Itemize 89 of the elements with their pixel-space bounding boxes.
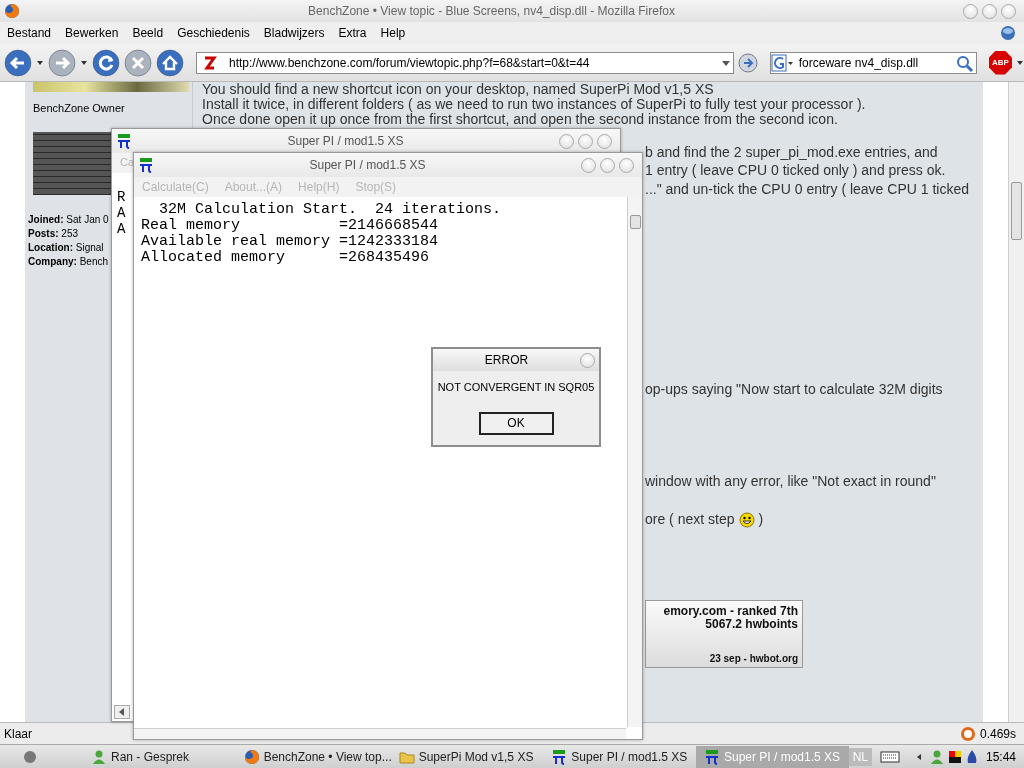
output-line: R [117, 189, 126, 205]
output-line: 32M Calculation Start. 24 iterations. [158, 202, 502, 218]
window-title: Super PI / mod1.5 XS [309, 157, 426, 174]
profile-field: Company: Bench [28, 254, 109, 269]
output-line: Available real memory =1242333184 [141, 234, 439, 250]
output-line: Allocated memory =268435496 [141, 250, 430, 266]
close-button[interactable] [580, 352, 595, 368]
start-button[interactable] [22, 748, 38, 765]
caret-icon[interactable] [36, 58, 44, 67]
user-icon [91, 748, 107, 765]
menu-item[interactable]: Help [373, 24, 413, 42]
menu-item[interactable]: Beeld [125, 24, 171, 42]
browser-logo-icon [4, 3, 20, 19]
close-button[interactable] [619, 157, 634, 173]
menu-item[interactable]: Bestand [0, 24, 59, 42]
close-button[interactable] [597, 133, 612, 149]
smiley-icon [738, 511, 755, 528]
maximize-button[interactable] [578, 133, 593, 149]
scrollbar-thumb[interactable] [1011, 182, 1022, 240]
go-button[interactable] [737, 52, 758, 73]
output-line: Real memory =2146668544 [141, 218, 439, 234]
stop-button[interactable] [124, 48, 152, 77]
maximize-button[interactable] [982, 3, 997, 19]
banner-text: 5067.2 hwboints [705, 618, 798, 631]
taskbar-item[interactable]: Ran - Gesprek [83, 745, 236, 768]
profile-field: Location: Signal [28, 240, 104, 255]
post-text: 1 entry ( leave CPU 0 ticked only ) and press ok. [645, 163, 946, 178]
user-rank: BenchZone Owner [33, 101, 125, 116]
scrollbar-thumb[interactable] [630, 215, 641, 229]
post-text: op-ups saying "Now start to calculate 32M digits [645, 382, 943, 397]
load-time: 0.469s [979, 725, 1016, 743]
adblock-button[interactable]: ABP [988, 50, 1012, 75]
keyboard-icon[interactable] [879, 749, 900, 764]
address-field[interactable]: http://www.benchzone.com/forum/viewtopic.php?f=68&start=0&t=44 [196, 51, 734, 74]
taskbar-item[interactable]: SuperPi Mod v1,5 XS [390, 745, 544, 768]
post-text: b and find the 2 super_pi_mod.exe entries, and [645, 145, 938, 160]
banner-text: 23 sep - hwbot.org [709, 652, 798, 666]
output-line: A [117, 205, 126, 221]
menu-item[interactable]: Bewerken [58, 24, 126, 42]
minimize-button[interactable] [963, 3, 978, 19]
vertical-scrollbar[interactable] [1008, 82, 1024, 722]
ok-button[interactable]: OK [478, 411, 554, 435]
output-line: A [117, 221, 126, 237]
menu-item[interactable]: Geschiedenis [170, 24, 257, 42]
post-text: ) [758, 512, 764, 527]
app-icon [551, 748, 568, 765]
back-button[interactable] [4, 48, 32, 77]
taskbar-item[interactable]: BenchZone • View top... [235, 745, 391, 768]
post-text: window with any error, like "Not exact in round" [645, 474, 936, 489]
post-text: ..." and un-tick the CPU 0 entry ( leave CPU 1 ticked [645, 182, 969, 197]
timer-icon [959, 725, 976, 742]
site-icon [201, 54, 217, 71]
caret-icon[interactable] [80, 58, 88, 67]
menu-item[interactable]: Extra [331, 24, 374, 42]
scroll-left-button[interactable] [114, 705, 130, 719]
menu-item[interactable]: Bladwijzers [256, 24, 332, 42]
close-button[interactable] [1001, 3, 1016, 19]
post-text: Install it twice, in different folders ( as we need to run two instances of SuperPi to fully test your processor ). [202, 97, 866, 112]
maximize-button[interactable] [600, 157, 615, 173]
minimize-button[interactable] [559, 133, 574, 149]
post-text: You should find a new shortcut icon on your desktop, named SuperPi Mod v1,5 XS [202, 82, 714, 97]
drop-icon[interactable] [965, 748, 978, 765]
browser-icon [243, 748, 260, 765]
banner-text: emory.com - ranked 7th [663, 605, 798, 618]
app-icon [116, 133, 132, 149]
profile-field: Joined: Sat Jan 0 [28, 212, 109, 227]
app-icon [703, 748, 720, 765]
app-icon [138, 157, 154, 173]
clock: 15:44 [985, 748, 1016, 766]
reload-button[interactable] [92, 48, 120, 77]
flag-icon[interactable] [947, 749, 962, 764]
error-message: NOT CONVERGENT IN SQR05 [437, 380, 595, 395]
home-button[interactable] [156, 48, 184, 77]
post-text: ore ( next step [645, 512, 735, 527]
status-text: Klaar [4, 725, 32, 743]
vertical-scrollbar[interactable] [627, 197, 642, 727]
horizontal-scrollbar[interactable] [134, 728, 626, 739]
dialog-title: ERROR [483, 352, 530, 369]
post-text: Once done open it up once from the first shortcut, and open the second instance from the second icon. [202, 112, 838, 127]
globe-icon [1000, 25, 1016, 41]
taskbar-item[interactable]: Super PI / mod1.5 XS [543, 745, 696, 768]
window-title: BenchZone • View topic - Blue Screens, nv4_disp.dll - Mozilla Firefox [307, 3, 676, 20]
profile-field: Posts: 253 [28, 226, 79, 241]
caret-icon[interactable] [1016, 58, 1024, 67]
minimize-button[interactable] [581, 157, 596, 173]
search-engine-icon[interactable] [770, 53, 795, 72]
window-title: Super PI / mod1.5 XS [287, 133, 404, 150]
caret-icon[interactable] [915, 752, 922, 761]
search-field[interactable]: forceware nv4_disp.dll [769, 51, 977, 74]
